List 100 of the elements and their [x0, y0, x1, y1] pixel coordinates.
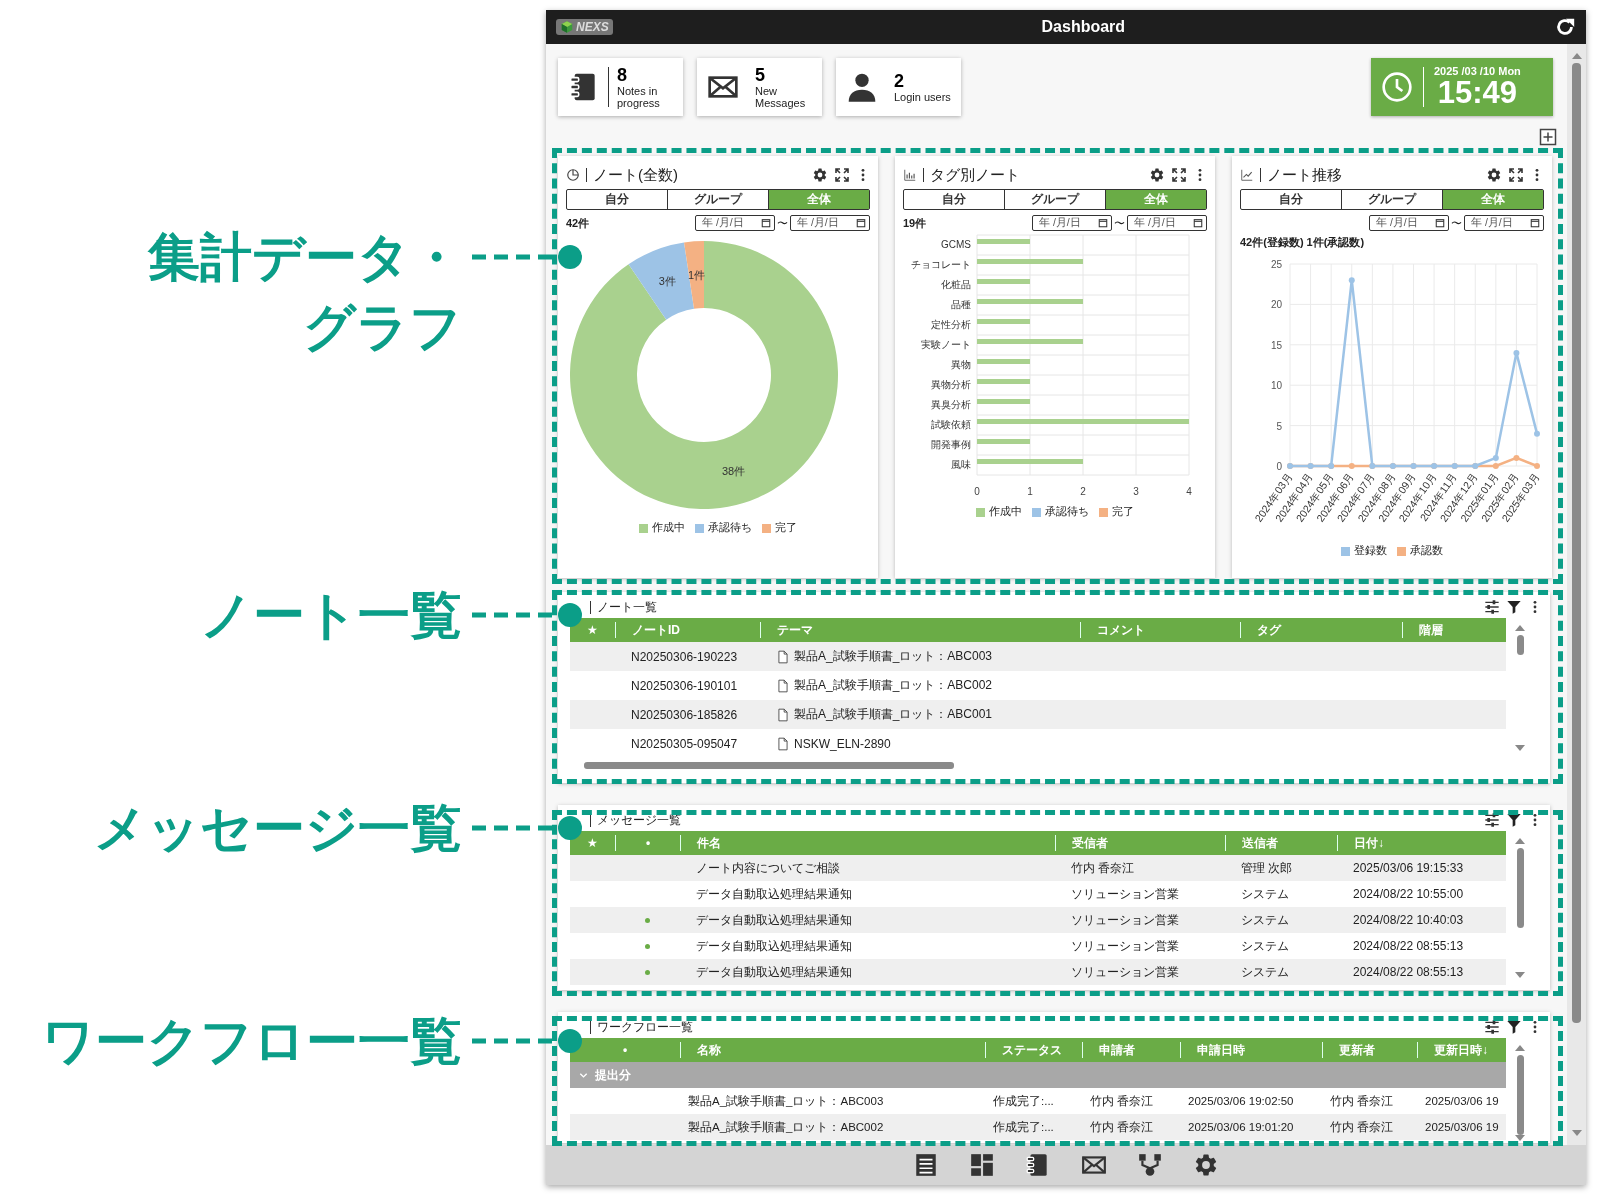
count-text: 19件 — [903, 215, 927, 231]
group-label: 提出分 — [595, 1066, 631, 1084]
date-field[interactable]: 年 /月/日 — [1369, 215, 1449, 231]
legend-item: 作成中 — [976, 505, 1022, 519]
table-cell-text: システム — [1240, 911, 1290, 929]
axis-tick-label: 15 — [1270, 339, 1282, 351]
axis-label: 化粧品 — [941, 279, 971, 290]
date-field[interactable]: 年 /月/日 — [1127, 215, 1207, 231]
table-cell-text: 製品A_試験手順書_ロット：ABC003 — [687, 1093, 885, 1109]
document-icon — [776, 649, 790, 664]
expand-icon[interactable] — [1508, 167, 1524, 183]
document-icon — [776, 678, 790, 693]
table-cell-text: 2024/08/22 08:55:13 — [1352, 939, 1465, 953]
bar — [977, 319, 1030, 324]
legend-item: 承認待ち — [1032, 505, 1089, 519]
table-cell-text: 2025/03/06 19 — [1424, 1121, 1500, 1133]
table-cell-text: 2025/03/06 19:02:50 — [1187, 1095, 1295, 1107]
table-cell-text: 作成完了:... — [992, 1093, 1055, 1109]
range-separator: 〜 — [777, 215, 788, 231]
callout-label: グラフ — [302, 297, 462, 358]
bar — [977, 379, 1030, 384]
table-cell[interactable]: データ自動取込処理結果通知 — [680, 911, 1055, 929]
settings-icon[interactable] — [1149, 167, 1165, 183]
table-cell-text: 竹内 香奈江 — [1329, 1093, 1395, 1109]
date-field[interactable]: 年 /月/日 — [790, 215, 870, 231]
table-cell[interactable]: 製品A_試験手順書_ロット：ABC001 — [794, 706, 993, 723]
table-cell[interactable]: データ自動取込処理結果通知 — [680, 963, 1055, 981]
data-label: 38件 — [722, 465, 746, 478]
filter-icon[interactable] — [1506, 599, 1522, 615]
table-row[interactable]: データ自動取込処理結果通知 ソリューション営業 システム 2024/08/22 10:55:00 — [570, 881, 1506, 907]
settings-icon[interactable] — [812, 167, 828, 183]
table-row[interactable]: ノート内容についてご相談 竹内 香奈江 管理 次郎 2025/03/06 19:15:33 — [570, 855, 1506, 881]
table-cell-text: ソリューション営業 — [1070, 885, 1180, 903]
date-field[interactable]: 年 /月/日 — [1032, 215, 1112, 231]
settings-icon[interactable] — [1486, 167, 1502, 183]
axis-tick-label: 1 — [1027, 486, 1033, 497]
horizontal-scrollbar[interactable] — [584, 762, 954, 769]
stat-label: Notes in progress — [617, 85, 661, 109]
table-cell-text: ソリューション営業 — [1070, 937, 1180, 955]
panel-title: ノート推移 — [1267, 165, 1342, 185]
settings-icon[interactable] — [1193, 1152, 1219, 1178]
stat-card[interactable]: 8 Notes in progress — [558, 58, 683, 116]
panel-title: ノート(全数) — [593, 165, 678, 185]
stat-card[interactable]: 5 New Messages — [697, 58, 822, 116]
table-cell[interactable]: データ自動取込処理結果通知 — [680, 885, 1055, 903]
axis-tick-label: 2 — [1080, 486, 1086, 497]
axis-label: 品種 — [951, 299, 971, 310]
dashboard-icon[interactable] — [969, 1152, 995, 1178]
axis-tick-label: 25 — [1270, 259, 1282, 270]
refresh-icon[interactable] — [1554, 16, 1576, 38]
table-cell-text: 製品A_試験手順書_ロット：ABC002 — [687, 1119, 885, 1135]
data-point — [1534, 463, 1540, 469]
legend-item: 承認数 — [1397, 544, 1443, 558]
expand-icon[interactable] — [834, 167, 850, 183]
table-cell[interactable]: 製品A_試験手順書_ロット：ABC002 — [794, 677, 993, 694]
columns-settings-icon[interactable] — [1484, 599, 1500, 615]
clock-icon — [1381, 71, 1413, 103]
columns-settings-icon[interactable] — [1484, 1019, 1500, 1035]
table-cell-text: 2024/08/22 10:55:00 — [1352, 887, 1465, 901]
filter-tab[interactable]: 自分 — [567, 190, 667, 209]
filter-icon[interactable] — [1506, 812, 1522, 828]
table-cell-text: N20250306-190101 — [630, 678, 739, 693]
data-point — [1513, 349, 1520, 356]
table-cell[interactable]: 製品A_試験手順書_ロット：ABC003 — [794, 648, 993, 665]
calendar-icon — [856, 218, 866, 228]
data-point — [1534, 430, 1540, 437]
table-cell-text: N20250306-185826 — [630, 707, 739, 722]
table-cell[interactable]: ノート内容についてご相談 — [680, 859, 1055, 877]
axis-label: 定性分析 — [931, 319, 971, 330]
stat-card[interactable]: 2 Login users — [836, 58, 961, 116]
table-cell-text: システム — [1240, 963, 1290, 981]
filter-tab[interactable]: 自分 — [1241, 190, 1341, 209]
legend-item: 完了 — [762, 521, 797, 535]
scrollbar-thumb[interactable] — [1516, 848, 1524, 928]
bar — [977, 239, 1030, 244]
summary-text: 42件(登録数) 1件(承認数) — [1240, 235, 1366, 250]
axis-tick-label: 5 — [1276, 420, 1282, 432]
axis-tick-label: 20 — [1270, 299, 1282, 311]
workflow-icon[interactable] — [1137, 1152, 1163, 1178]
add-widget-icon[interactable] — [1539, 128, 1557, 146]
scrollbar-thumb[interactable] — [1516, 635, 1524, 655]
filter-tab[interactable]: 自分 — [904, 190, 1004, 209]
stat-count: 2 — [894, 71, 905, 91]
data-point — [1348, 277, 1355, 284]
table-cell[interactable]: データ自動取込処理結果通知 — [680, 937, 1055, 955]
table-cell[interactable]: NSKW_ELN-2890 — [794, 736, 891, 751]
scrollbar[interactable] — [1567, 44, 1586, 1145]
date-field[interactable]: 年 /月/日 — [695, 215, 775, 231]
filter-icon[interactable] — [1506, 1019, 1522, 1035]
data-point — [1348, 463, 1355, 469]
columns-settings-icon[interactable] — [1484, 812, 1500, 828]
axis-tick-label: 0 — [1276, 461, 1282, 472]
axis-label: チョコレート — [911, 259, 971, 270]
scrollbar-thumb[interactable] — [1516, 1055, 1524, 1135]
axis-label: 開発事例 — [931, 439, 971, 450]
date-field[interactable]: 年 /月/日 — [1464, 215, 1544, 231]
clock-time: 15:49 — [1436, 77, 1519, 109]
expand-icon[interactable] — [1171, 167, 1187, 183]
axis-tick-label: 4 — [1186, 486, 1192, 497]
notes-list-icon[interactable] — [913, 1152, 939, 1178]
